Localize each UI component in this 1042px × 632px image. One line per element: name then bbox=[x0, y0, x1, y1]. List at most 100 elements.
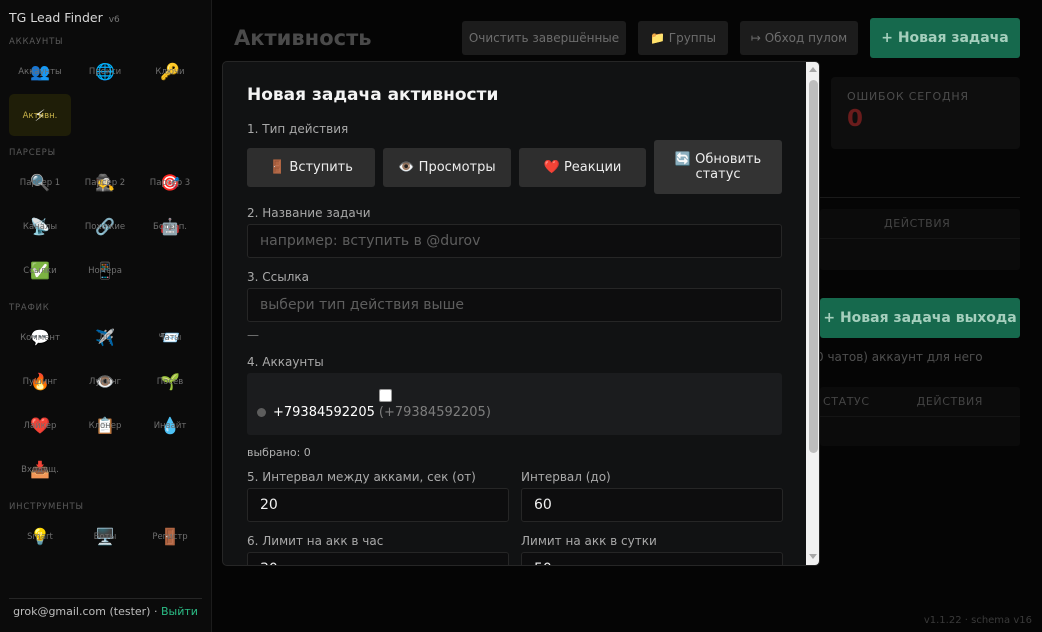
app-brand: TG Lead Finder v6 bbox=[9, 10, 202, 25]
sidebar-item[interactable]: 🌐 Прокси bbox=[74, 50, 136, 92]
sidebar-item-label: Номера bbox=[88, 266, 122, 276]
task-name-label: 2. Название задачи bbox=[247, 206, 371, 220]
link-hint: — bbox=[247, 328, 259, 342]
sidebar-item[interactable]: 🔥 Пушинг bbox=[9, 360, 71, 402]
logout-link[interactable]: Выйти bbox=[161, 605, 198, 618]
sidebar-item-label: Регистр bbox=[152, 532, 188, 542]
interval-to-label: Интервал (до) bbox=[521, 470, 611, 484]
exit-tasks-table: СТАТУС ДЕЙСТВИЯ bbox=[820, 387, 1020, 446]
sidebar-item[interactable]: 📥 Входящ. bbox=[9, 448, 71, 490]
sidebar-item[interactable]: ⚡ Активн. bbox=[9, 94, 71, 136]
sidebar-item-label: Парсер 1 bbox=[19, 178, 61, 188]
sidebar-item[interactable]: 🎯 Парсер 3 bbox=[139, 161, 201, 203]
sidebar-section-grid: 🔍 Парсер 1 🕵️ Парсер 2 🎯 Парсер 3 📡 Каналы 🔗 Похо… bbox=[9, 161, 202, 291]
type-views-button[interactable]: 👁️ Просмотры bbox=[383, 148, 511, 187]
sidebar-item-label: Входящ. bbox=[21, 465, 59, 475]
link-input[interactable] bbox=[247, 288, 782, 322]
accounts-label: 4. Аккаунты bbox=[247, 355, 324, 369]
sidebar-item[interactable]: 🖥️ Боты bbox=[74, 515, 136, 557]
pool-walk-button[interactable]: ↦ Обход пулом bbox=[740, 21, 858, 55]
sidebar-item[interactable]: 🌱 Посев bbox=[139, 360, 201, 402]
scroll-down-arrow[interactable] bbox=[809, 554, 817, 559]
status-dot bbox=[257, 408, 266, 417]
sidebar-item-label: Чаты bbox=[158, 333, 182, 343]
sidebar-item[interactable]: 🔗 Похожие bbox=[74, 205, 136, 247]
sidebar-item-label: Парсер 3 bbox=[149, 178, 191, 188]
limit-hour-label: 6. Лимит на акк в час bbox=[247, 534, 384, 548]
sidebar-item-label: Похожие bbox=[84, 222, 126, 232]
type-update-status-button[interactable]: 🔄 Обновить статус bbox=[654, 140, 782, 194]
sidebar-item[interactable]: 📋 Клонер bbox=[74, 404, 136, 446]
sidebar-item[interactable]: 📨 Чаты bbox=[139, 316, 201, 358]
sidebar-footer: grok@gmail.com (tester) · Выйти bbox=[9, 598, 202, 618]
sidebar-section-grid: 💡 Smart 🖥️ Боты 🚪 Регистр bbox=[9, 515, 202, 557]
limit-hour-input[interactable] bbox=[247, 552, 509, 565]
limit-day-label: Лимит на акк в сутки bbox=[521, 534, 657, 548]
table-header: СТАТУС ДЕЙСТВИЯ bbox=[820, 387, 1020, 417]
sidebar-item-label: Ссылки bbox=[23, 266, 57, 276]
sidebar-item[interactable]: 🤖 Боты-п. bbox=[139, 205, 201, 247]
sidebar-item[interactable]: 💬 Коммент bbox=[9, 316, 71, 358]
sidebar-item-label: Прокси bbox=[88, 67, 122, 77]
sidebar-item[interactable]: 📱 Номера bbox=[74, 249, 136, 291]
modal-title: Новая задача активности bbox=[247, 85, 499, 105]
sidebar-item-label: Пушинг bbox=[22, 377, 58, 387]
sidebar-item[interactable]: 🕵️ Парсер 2 bbox=[74, 161, 136, 203]
footer-separator: · bbox=[150, 605, 161, 618]
sidebar-item[interactable]: ✈️ ЛС bbox=[74, 316, 136, 358]
scroll-up-arrow[interactable] bbox=[809, 67, 817, 72]
interval-from-label: 5. Интервал между акками, сек (от) bbox=[247, 470, 476, 484]
sidebar-item[interactable]: 💧 Инвайт bbox=[139, 404, 201, 446]
limit-day-input[interactable] bbox=[521, 552, 783, 565]
sidebar-section-title: ИНСТРУМЕНТЫ bbox=[9, 502, 84, 512]
groups-button[interactable]: 📁 Группы bbox=[638, 21, 728, 55]
interval-from-input[interactable] bbox=[247, 488, 509, 522]
sidebar-item[interactable]: 👥 Аккаунты bbox=[9, 50, 71, 92]
sidebar-item[interactable]: 🔍 Парсер 1 bbox=[9, 161, 71, 203]
account-phone: +79384592205 bbox=[273, 405, 375, 420]
sidebar-item[interactable]: 🚪 Регистр bbox=[139, 515, 201, 557]
sidebar-section-title: ПАРСЕРЫ bbox=[9, 148, 56, 158]
exit-hint: 0 чатов) аккаунт для него bbox=[816, 350, 983, 364]
clear-done-button[interactable]: Очистить завершённые bbox=[462, 21, 626, 55]
sidebar-item-label: Лукинг bbox=[88, 377, 122, 387]
stat-value: 0 bbox=[847, 106, 864, 132]
sidebar-item-label: ЛС bbox=[98, 333, 112, 343]
sidebar-item-label: Парсер 2 bbox=[84, 178, 126, 188]
sidebar: TG Lead Finder v6 АККАУНТЫ 👥 Аккаунты 🌐 Прок… bbox=[0, 0, 212, 632]
sidebar-item-label: Лайкер bbox=[23, 421, 57, 431]
modal-scrollbar[interactable] bbox=[806, 62, 819, 565]
type-join-button[interactable]: 🚪 Вступить bbox=[247, 148, 375, 187]
col-actions: ДЕЙСТВИЯ bbox=[884, 217, 951, 230]
sidebar-section-grid: 💬 Коммент ✈️ ЛС 📨 Чаты 🔥 Пушинг 👁️ Лукинг 🌱 Посев ❤️… bbox=[9, 316, 202, 490]
sidebar-item[interactable]: 🔑 Ключи bbox=[139, 50, 201, 92]
sidebar-item[interactable]: 💡 Smart bbox=[9, 515, 71, 557]
new-task-button[interactable]: + Новая задача bbox=[870, 18, 1020, 58]
sidebar-item[interactable]: ✅ Ссылки bbox=[9, 249, 71, 291]
scroll-thumb[interactable] bbox=[809, 80, 818, 453]
sidebar-item-label: Посев bbox=[156, 377, 184, 387]
task-name-input[interactable] bbox=[247, 224, 782, 258]
sidebar-section-grid: 👥 Аккаунты 🌐 Прокси 🔑 Ключи ⚡ Активн. bbox=[9, 50, 202, 136]
stat-label: ОШИБОК СЕГОДНЯ bbox=[847, 90, 969, 103]
sidebar-item-label: Коммент bbox=[20, 333, 60, 343]
app-version: v6 bbox=[108, 15, 120, 25]
type-reactions-button[interactable]: ❤️ Реакции bbox=[519, 148, 646, 187]
sidebar-item-label: Smart bbox=[27, 532, 53, 542]
sidebar-item[interactable]: ❤️ Лайкер bbox=[9, 404, 71, 446]
interval-to-input[interactable] bbox=[521, 488, 783, 522]
new-exit-task-button[interactable]: + Новая задача выхода bbox=[820, 298, 1020, 338]
sidebar-sections: АККАУНТЫ 👥 Аккаунты 🌐 Прокси 🔑 Ключи ⚡ Активн. ПА… bbox=[9, 37, 202, 557]
sidebar-item[interactable]: 👁️ Лукинг bbox=[74, 360, 136, 402]
action-type-label: 1. Тип действия bbox=[247, 122, 349, 136]
account-checkbox[interactable] bbox=[379, 389, 392, 402]
sidebar-item[interactable]: 📡 Каналы bbox=[9, 205, 71, 247]
selected-count: выбрано: 0 bbox=[247, 446, 311, 459]
sidebar-item-label: Ключи bbox=[155, 67, 185, 77]
tasks-table: ДЕЙСТВИЯ bbox=[820, 209, 1020, 270]
page-title: Активность bbox=[234, 26, 372, 50]
sidebar-item-label: Инвайт bbox=[153, 421, 187, 431]
sidebar-item-label: Активн. bbox=[22, 111, 58, 121]
accounts-list: +79384592205 (+79384592205) bbox=[247, 373, 782, 435]
col-actions: ДЕЙСТВИЯ bbox=[916, 395, 984, 408]
